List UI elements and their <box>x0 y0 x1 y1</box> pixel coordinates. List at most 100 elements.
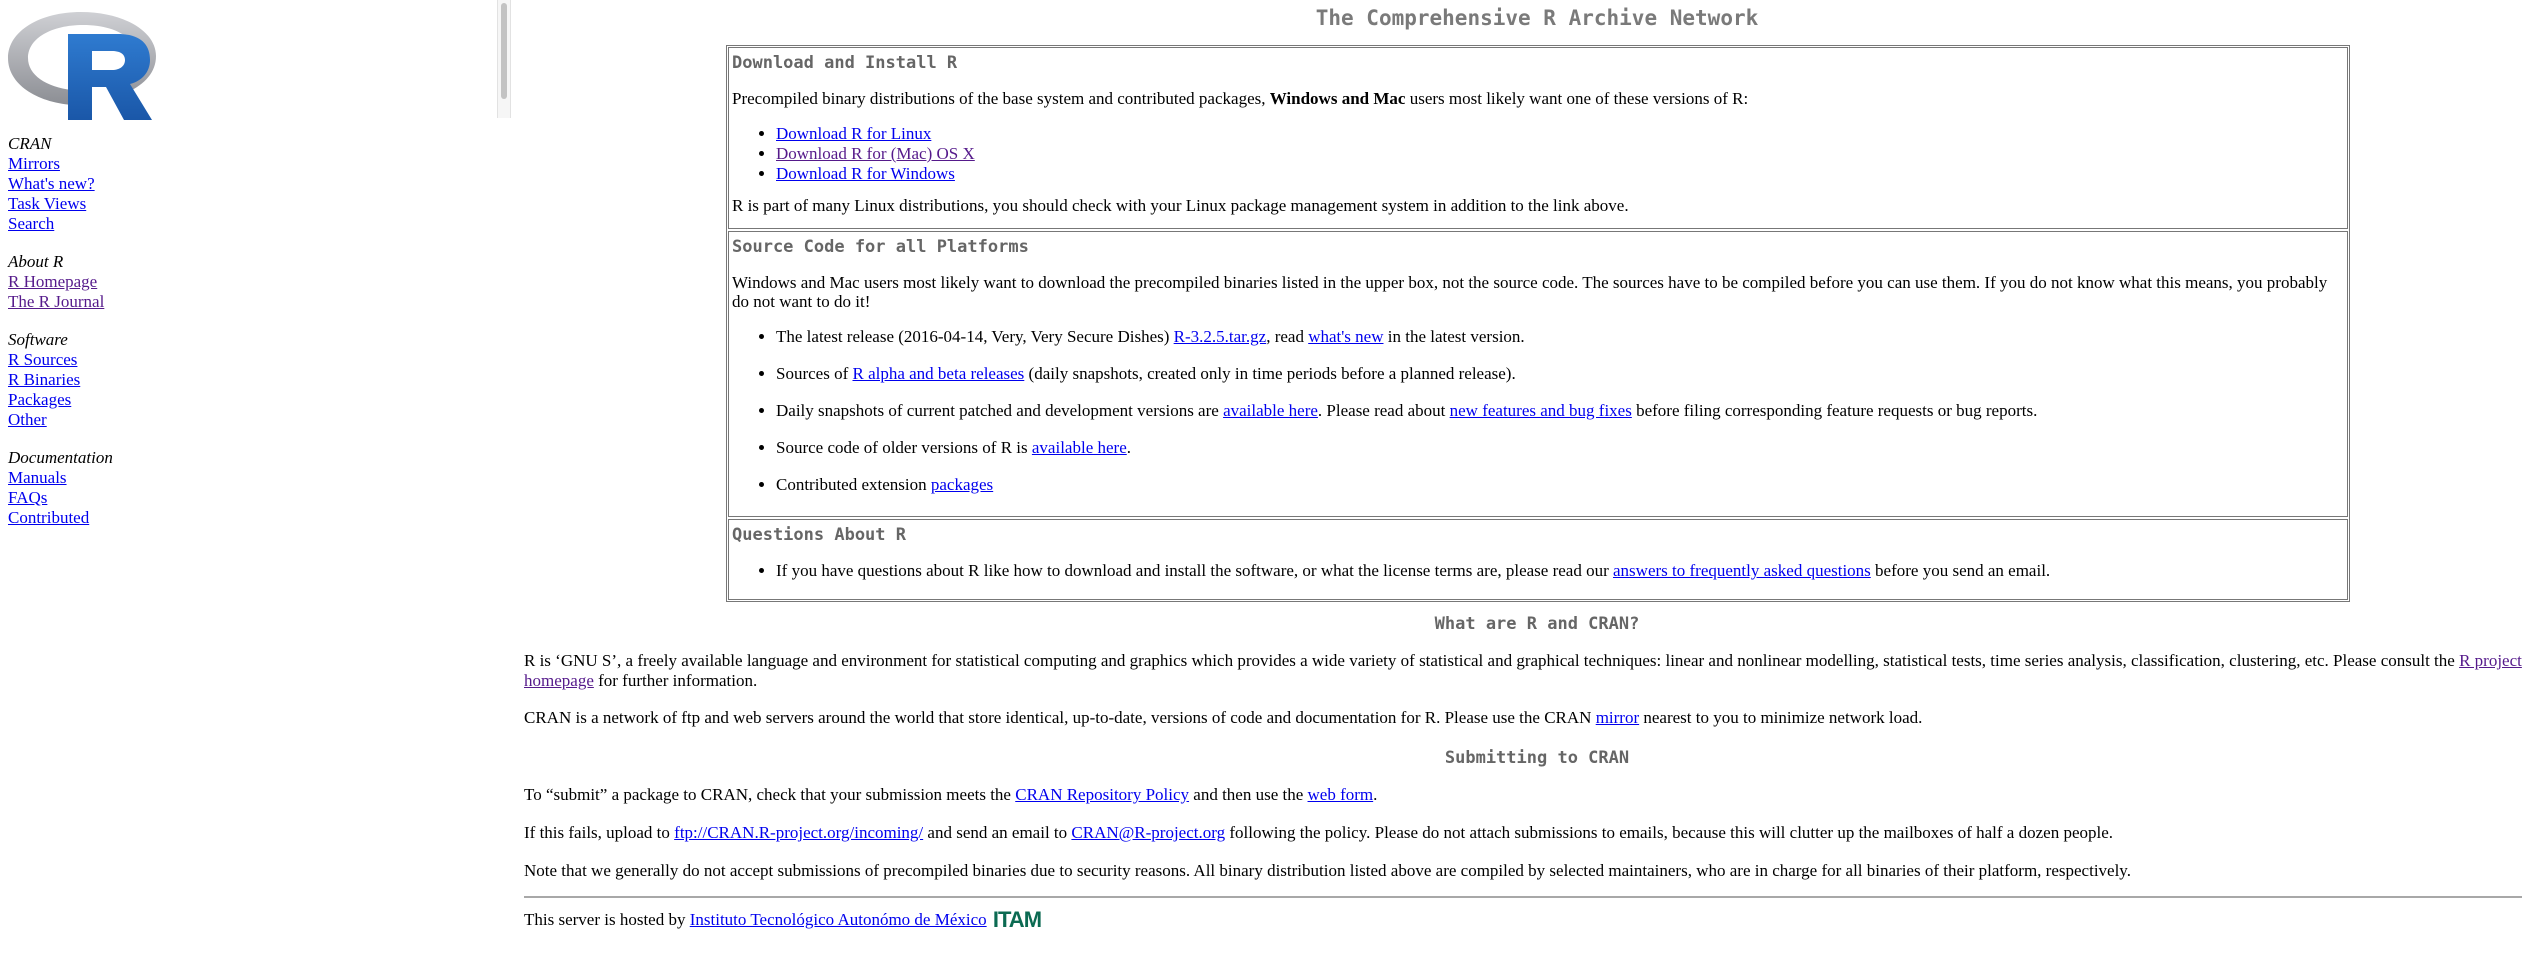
mirror-link[interactable]: mirror <box>1596 708 1639 727</box>
nav-link-r-homepage[interactable]: R Homepage <box>8 272 97 292</box>
contributed-packages-link[interactable]: packages <box>931 475 993 494</box>
submit-paragraph-3: Note that we generally do not accept sub… <box>524 861 2131 880</box>
footer-divider <box>524 896 2522 898</box>
nav-header-about-r: About R <box>8 252 64 271</box>
daily-snapshots-link[interactable]: available here <box>1223 401 1318 420</box>
what-paragraph-1: R is ‘GNU S’, a freely available languag… <box>524 651 2522 691</box>
download-intro: Precompiled binary distributions of the … <box>732 89 2344 108</box>
nav-link-manuals[interactable]: Manuals <box>8 468 67 488</box>
new-features-link[interactable]: new features and bug fixes <box>1450 401 1632 420</box>
source-heading: Source Code for all Platforms <box>732 237 1029 257</box>
paragraph-text: CRAN is a network of ftp and web servers… <box>524 708 1596 727</box>
submit-paragraph-2: If this fails, upload to ftp://CRAN.R-pr… <box>524 823 2522 843</box>
nav-link-other[interactable]: Other <box>8 410 47 430</box>
older-versions-link[interactable]: available here <box>1032 438 1127 457</box>
paragraph-text: If this fails, upload to <box>524 823 675 842</box>
left-frame-scrollbar[interactable] <box>497 0 511 118</box>
item-text: in the latest version. <box>1383 327 1525 346</box>
what-paragraph-2: CRAN is a network of ftp and web servers… <box>524 708 2522 728</box>
nav-link-contributed[interactable]: Contributed <box>8 508 89 528</box>
nav-link-r-binaries[interactable]: R Binaries <box>8 370 80 390</box>
list-item: Download R for (Mac) OS X <box>776 144 2344 164</box>
item-text: Source code of older versions of R is <box>776 438 1032 457</box>
nav-link-whats-new[interactable]: What's new? <box>8 174 95 194</box>
alpha-beta-link[interactable]: R alpha and beta releases <box>852 364 1024 383</box>
questions-heading: Questions About R <box>732 525 906 545</box>
paragraph-text: and send an email to <box>923 823 1072 842</box>
cran-email-link[interactable]: CRAN@R-project.org <box>1071 823 1225 842</box>
download-note: R is part of many Linux distributions, y… <box>732 196 1629 215</box>
footer: This server is hosted by Instituto Tecno… <box>524 909 1042 931</box>
item-text: (daily snapshots, created only in time p… <box>1024 364 1516 383</box>
download-links-list: Download R for Linux Download R for (Mac… <box>732 124 2344 184</box>
download-linux-link[interactable]: Download R for Linux <box>776 124 931 143</box>
scrollbar-thumb[interactable] <box>501 3 507 99</box>
nav-group-cran: CRAN Mirrors What's new? Task Views Sear… <box>8 134 113 234</box>
item-text: Contributed extension <box>776 475 931 494</box>
list-item: Daily snapshots of current patched and d… <box>776 401 2344 421</box>
download-heading: Download and Install R <box>732 53 958 73</box>
left-nav: CRAN Mirrors What's new? Task Views Sear… <box>8 134 113 546</box>
item-text: If you have questions about R like how t… <box>776 561 1614 580</box>
paragraph-text: . <box>1373 785 1378 804</box>
repository-policy-link[interactable]: CRAN Repository Policy <box>1015 785 1189 804</box>
nav-group-about-r: About R R Homepage The R Journal <box>8 252 113 312</box>
faq-link[interactable]: answers to frequently asked questions <box>1613 561 1871 580</box>
item-text: Daily snapshots of current patched and d… <box>776 401 1224 420</box>
item-text: before filing corresponding feature requ… <box>1631 401 2038 420</box>
questions-section: Questions About R If you have questions … <box>728 519 2348 600</box>
nav-link-r-journal[interactable]: The R Journal <box>8 292 104 312</box>
paragraph-text: for further information. <box>593 671 758 690</box>
source-intro: Windows and Mac users most likely want t… <box>732 273 2328 311</box>
list-item: Download R for Linux <box>776 124 2344 144</box>
nav-link-packages[interactable]: Packages <box>8 390 71 410</box>
item-text: . Please read about <box>1317 401 1450 420</box>
item-text: before you send an email. <box>1870 561 2051 580</box>
paragraph-text: R is ‘GNU S’, a freely available languag… <box>524 651 2460 670</box>
nav-link-r-sources[interactable]: R Sources <box>8 350 77 370</box>
nav-group-software: Software R Sources R Binaries Packages O… <box>8 330 113 430</box>
download-mac-link[interactable]: Download R for (Mac) OS X <box>776 144 975 163</box>
paragraph-text: and then use the <box>1189 785 1308 804</box>
item-text: Sources of <box>776 364 853 383</box>
list-item: Download R for Windows <box>776 164 2344 184</box>
left-navigation-frame: R CRAN Mirrors What's new? Task Views Se… <box>0 0 511 967</box>
submit-paragraph-1: To “submit” a package to CRAN, check tha… <box>524 785 2522 805</box>
questions-list: If you have questions about R like how t… <box>732 561 2344 581</box>
download-intro-bold: Windows and Mac <box>1269 89 1406 108</box>
info-table: Download and Install R Precompiled binar… <box>726 45 2350 602</box>
download-intro-text-end: users most likely want one of these vers… <box>1405 89 1749 108</box>
itam-logo[interactable]: ITAM <box>993 909 1042 931</box>
what-heading: What are R and CRAN? <box>1434 614 1640 634</box>
source-list: The latest release (2016-04-14, Very, Ve… <box>732 327 2344 495</box>
itam-link[interactable]: Instituto Tecnológico Autonómo de México <box>690 910 987 929</box>
download-intro-text: Precompiled binary distributions of the … <box>732 89 1270 108</box>
nav-link-mirrors[interactable]: Mirrors <box>8 154 60 174</box>
list-item: If you have questions about R like how t… <box>776 561 2344 581</box>
web-form-link[interactable]: web form <box>1308 785 1374 804</box>
source-section: Source Code for all Platforms Windows an… <box>728 231 2348 517</box>
nav-header-documentation: Documentation <box>8 448 113 467</box>
page-title: The Comprehensive R Archive Network <box>1315 6 1759 30</box>
nav-link-search[interactable]: Search <box>8 214 54 234</box>
nav-link-task-views[interactable]: Task Views <box>8 194 86 214</box>
main-content-frame: The Comprehensive R Archive Network Down… <box>524 0 2522 967</box>
nav-header-software: Software <box>8 330 68 349</box>
paragraph-text: nearest to you to minimize network load. <box>1639 708 1923 727</box>
nav-group-documentation: Documentation Manuals FAQs Contributed <box>8 448 113 528</box>
paragraph-text: following the policy. Please do not atta… <box>1225 823 2114 842</box>
ftp-incoming-link[interactable]: ftp://CRAN.R-project.org/incoming/ <box>674 823 923 842</box>
list-item: Source code of older versions of R is av… <box>776 438 2344 458</box>
r-logo[interactable]: R <box>6 6 156 120</box>
nav-header-cran: CRAN <box>8 134 52 153</box>
download-section: Download and Install R Precompiled binar… <box>728 47 2348 229</box>
item-text: , read <box>1266 327 1309 346</box>
latest-release-link[interactable]: R-3.2.5.tar.gz <box>1174 327 1267 346</box>
list-item: Sources of R alpha and beta releases (da… <box>776 364 2344 384</box>
nav-link-faqs[interactable]: FAQs <box>8 488 47 508</box>
whats-new-link[interactable]: what's new <box>1308 327 1383 346</box>
download-windows-link[interactable]: Download R for Windows <box>776 164 955 183</box>
list-item: The latest release (2016-04-14, Very, Ve… <box>776 327 2344 347</box>
footer-text: This server is hosted by <box>524 910 690 929</box>
item-text: . <box>1126 438 1131 457</box>
